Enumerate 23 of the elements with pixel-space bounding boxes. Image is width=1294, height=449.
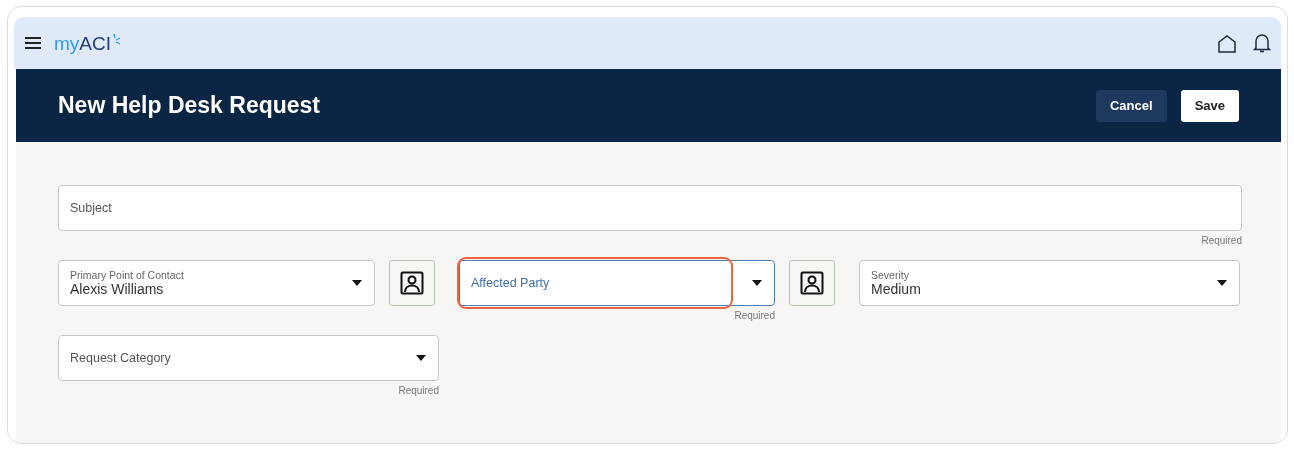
person-card-icon (800, 271, 824, 295)
menu-icon[interactable] (24, 36, 42, 50)
dropdown-field[interactable]: Request Category (58, 335, 439, 381)
page-title: New Help Desk Request (58, 92, 322, 119)
bell-icon[interactable] (1253, 33, 1271, 53)
caret-icon (352, 280, 362, 286)
required-hint: Required (398, 385, 439, 396)
required-hint: Required (1201, 235, 1242, 246)
dropdown-field[interactable]: Severity Medium (859, 260, 1240, 306)
required-hint: Required (734, 310, 775, 321)
home-icon[interactable] (1217, 33, 1237, 53)
cancel-button[interactable]: Cancel (1096, 89, 1167, 122)
caret-icon (752, 280, 762, 286)
caret-icon (416, 355, 426, 361)
dropdown-field[interactable]: Affected Party (459, 260, 775, 306)
contact-picker-button[interactable] (789, 260, 835, 306)
brand-logo[interactable]: myACI (54, 33, 121, 55)
save-button[interactable]: Save (1180, 89, 1239, 122)
person-card-icon (400, 271, 424, 295)
dropdown-field[interactable]: Primary Point of Contact Alexis Williams (58, 260, 375, 306)
input-field[interactable]: Subject (58, 185, 1242, 231)
contact-picker-button[interactable] (389, 260, 435, 306)
caret-icon (1217, 280, 1227, 286)
